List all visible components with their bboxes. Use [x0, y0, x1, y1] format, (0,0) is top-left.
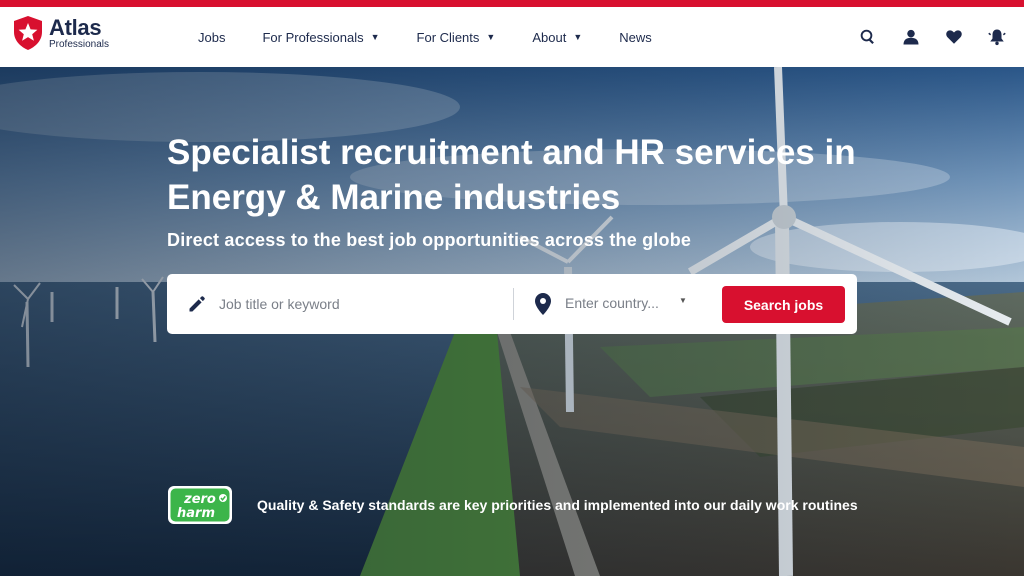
- nav-for-professionals[interactable]: For Professionals ▼: [262, 30, 379, 45]
- zero-harm-badge: zero harm: [168, 486, 232, 524]
- chevron-down-icon: ▼: [573, 32, 583, 42]
- atlas-logo[interactable]: Atlas Professionals: [12, 15, 109, 51]
- chevron-down-icon: ▼: [486, 32, 496, 42]
- job-search-form: Enter country... ▼ Search jobs: [167, 274, 857, 334]
- top-accent-bar: [0, 0, 1024, 7]
- header-actions: [836, 7, 1008, 67]
- badge-line2: harm: [177, 506, 215, 521]
- nav-about-label: About: [532, 29, 567, 45]
- main-nav: Jobs For Professionals ▼ For Clients ▼ A…: [198, 7, 689, 67]
- search-jobs-button[interactable]: Search jobs: [722, 286, 845, 323]
- pencil-icon: [189, 296, 205, 312]
- nav-jobs-label: Jobs: [198, 29, 226, 45]
- hero-subtitle: Direct access to the best job opportunit…: [167, 230, 692, 250]
- chevron-down-icon: ▼: [370, 32, 380, 42]
- shield-star-icon: [14, 16, 42, 50]
- logo-subtitle: Professionals: [49, 38, 110, 50]
- hero-section: Specialist recruitment and HR services i…: [0, 67, 1024, 576]
- badge-line1: zero: [183, 492, 216, 507]
- location-pin-icon: [535, 293, 551, 315]
- nav-for-professionals-label: For Professionals: [262, 29, 364, 45]
- nav-news[interactable]: News: [619, 30, 652, 45]
- nav-for-clients[interactable]: For Clients ▼: [417, 30, 496, 45]
- heart-icon[interactable]: [943, 26, 965, 48]
- hero-title: Specialist recruitment and HR services i…: [167, 133, 856, 217]
- chevron-down-icon[interactable]: ▼: [679, 296, 687, 305]
- user-icon[interactable]: [900, 26, 922, 48]
- site-header: Atlas Professionals Jobs For Professiona…: [0, 7, 1024, 67]
- logo-wordmark: Atlas: [49, 14, 102, 40]
- search-divider: [513, 288, 514, 320]
- country-select[interactable]: Enter country...: [565, 295, 659, 311]
- nav-for-clients-label: For Clients: [416, 29, 480, 45]
- quality-safety-text: Quality & Safety standards are key prior…: [257, 497, 858, 513]
- nav-news-label: News: [619, 29, 652, 45]
- nav-about[interactable]: About ▼: [532, 30, 582, 45]
- nav-jobs[interactable]: Jobs: [198, 30, 225, 45]
- search-icon[interactable]: [857, 26, 879, 48]
- keyword-input[interactable]: [219, 294, 499, 314]
- bell-icon[interactable]: [986, 26, 1008, 48]
